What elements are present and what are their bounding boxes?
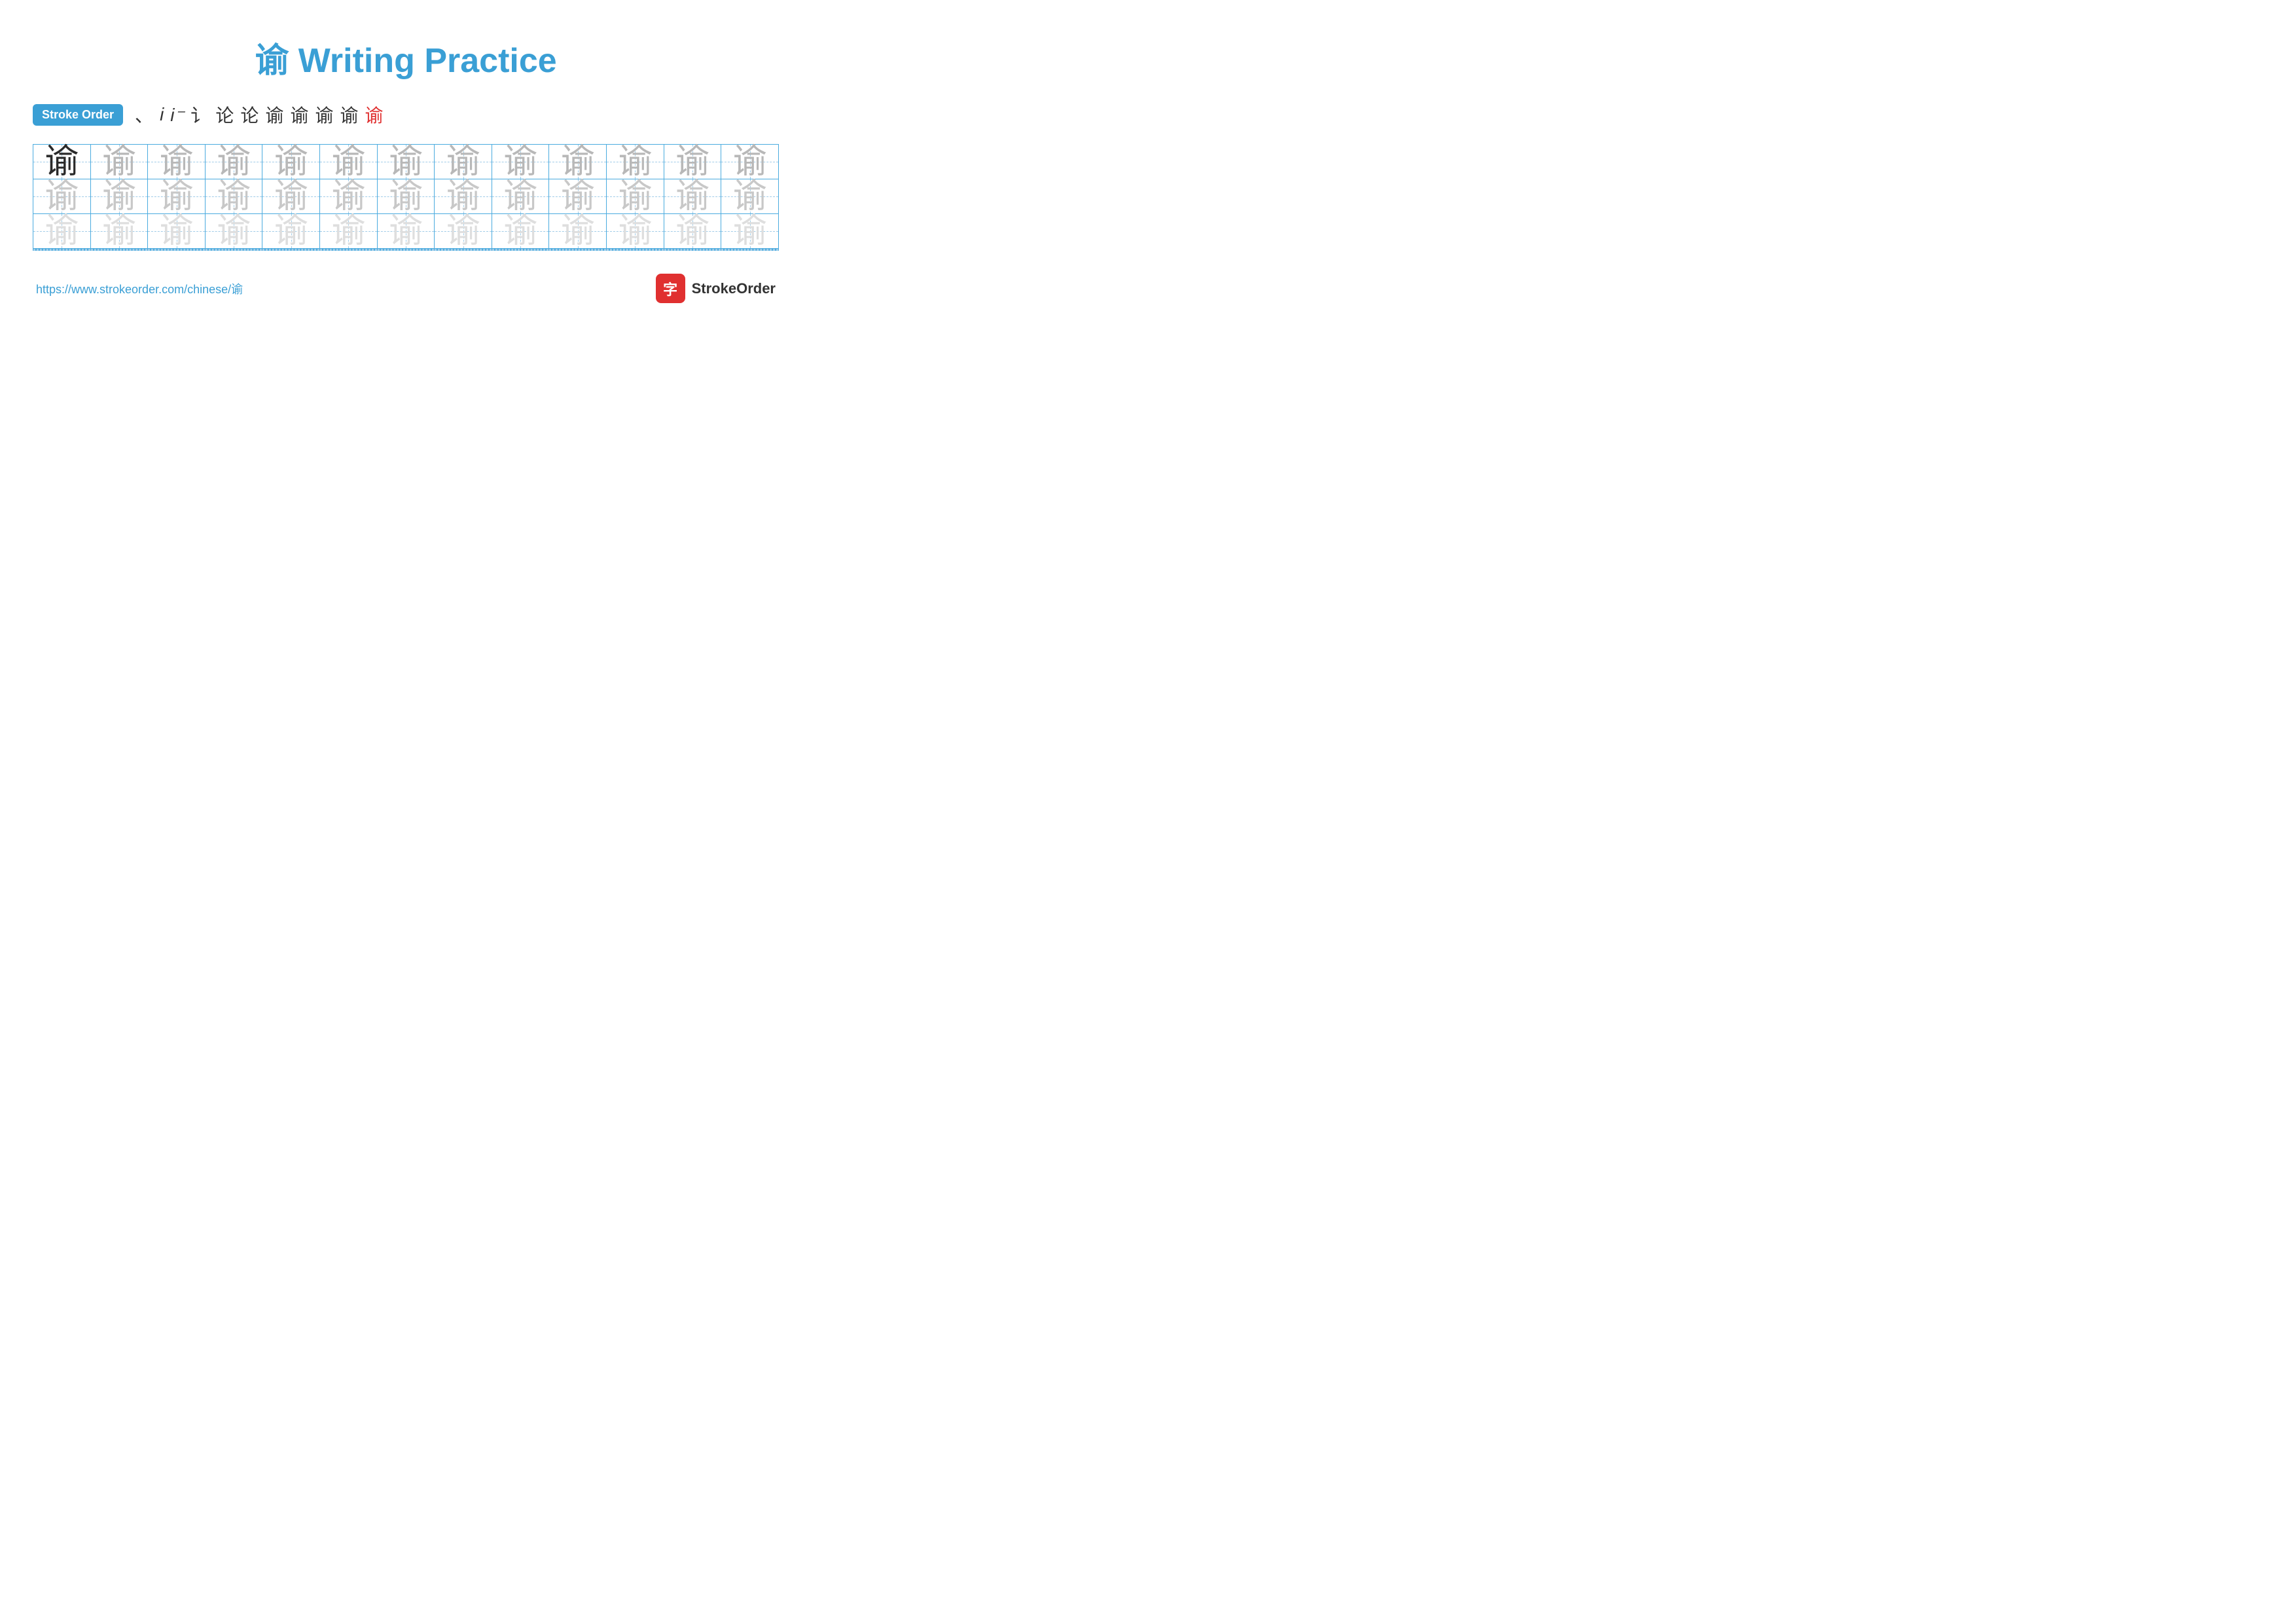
stroke-step-11: 谕	[365, 101, 383, 128]
grid-cell[interactable]: 谕	[607, 145, 664, 179]
grid-cell[interactable]: 谕	[320, 214, 378, 249]
grid-cell[interactable]: 谕	[205, 214, 262, 249]
grid-cell[interactable]: 谕	[90, 214, 148, 249]
stroke-step-8: 谕	[290, 101, 308, 128]
stroke-order-row: Stroke Order 、 i i⁻ 讠 论 论 谕 谕 谕 谕 谕	[33, 101, 779, 128]
grid-cell[interactable]: 谕	[320, 145, 378, 179]
logo-text: StrokeOrder	[692, 280, 776, 297]
grid-cell[interactable]: 谕	[205, 179, 262, 214]
grid-cell[interactable]: 谕	[664, 214, 721, 249]
grid-cell[interactable]: 谕	[607, 214, 664, 249]
grid-cell[interactable]: 谕	[664, 145, 721, 179]
grid-cell[interactable]: 谕	[492, 214, 549, 249]
grid-cell[interactable]: 谕	[377, 145, 435, 179]
grid-cell[interactable]: 谕	[33, 145, 91, 179]
grid-cell[interactable]: 谕	[33, 179, 91, 214]
grid-cell[interactable]: 谕	[664, 179, 721, 214]
grid-cell[interactable]: 谕	[721, 214, 779, 249]
stroke-step-7: 谕	[265, 101, 283, 128]
grid-cell[interactable]: 谕	[90, 145, 148, 179]
grid-cell[interactable]: 谕	[90, 179, 148, 214]
grid-cell[interactable]: 谕	[549, 145, 607, 179]
grid-cell[interactable]: 谕	[320, 179, 378, 214]
grid-cell[interactable]: 谕	[262, 214, 320, 249]
stroke-step-4: 讠	[190, 101, 209, 128]
stroke-step-9: 谕	[315, 101, 333, 128]
stroke-step-2: i	[160, 104, 164, 125]
grid-cell[interactable]: 谕	[721, 179, 779, 214]
stroke-step-10: 谕	[340, 101, 358, 128]
footer: https://www.strokeorder.com/chinese/谕 字 …	[33, 274, 779, 303]
grid-cell[interactable]: 谕	[377, 179, 435, 214]
grid-cell[interactable]: 谕	[721, 145, 779, 179]
grid-cell[interactable]: 谕	[435, 179, 492, 214]
stroke-step-6: 论	[240, 101, 259, 128]
grid-cell[interactable]: 谕	[492, 145, 549, 179]
grid-cell[interactable]: 谕	[377, 214, 435, 249]
stroke-sequence: 、 i i⁻ 讠 论 论 谕 谕 谕 谕 谕	[135, 101, 383, 128]
logo-icon: 字	[656, 274, 685, 303]
grid-cell[interactable]: 谕	[148, 179, 206, 214]
stroke-step-3: i⁻	[170, 104, 184, 126]
grid-cell[interactable]: 谕	[435, 214, 492, 249]
stroke-step-5: 论	[215, 101, 234, 128]
footer-logo: 字 StrokeOrder	[656, 274, 776, 303]
grid-cell[interactable]: 谕	[148, 214, 206, 249]
grid-cell[interactable]: 谕	[33, 214, 91, 249]
stroke-order-badge: Stroke Order	[33, 104, 123, 126]
grid-cell[interactable]: 谕	[607, 179, 664, 214]
grid-cell[interactable]: 谕	[262, 145, 320, 179]
practice-grid: 谕谕谕谕谕谕谕谕谕谕谕谕谕谕谕谕谕谕谕谕谕谕谕谕谕谕谕谕谕谕谕谕谕谕谕谕谕谕谕	[33, 144, 779, 251]
grid-cell[interactable]: 谕	[205, 145, 262, 179]
grid-cell[interactable]: 谕	[148, 145, 206, 179]
grid-cell[interactable]: 谕	[262, 179, 320, 214]
grid-cell[interactable]: 谕	[549, 179, 607, 214]
grid-cell[interactable]: 谕	[435, 145, 492, 179]
grid-cell[interactable]: 谕	[549, 214, 607, 249]
grid-cell[interactable]: 谕	[492, 179, 549, 214]
stroke-step-1: 、	[135, 101, 153, 128]
page-title: 谕 Writing Practice	[33, 33, 779, 82]
footer-url[interactable]: https://www.strokeorder.com/chinese/谕	[36, 280, 243, 297]
